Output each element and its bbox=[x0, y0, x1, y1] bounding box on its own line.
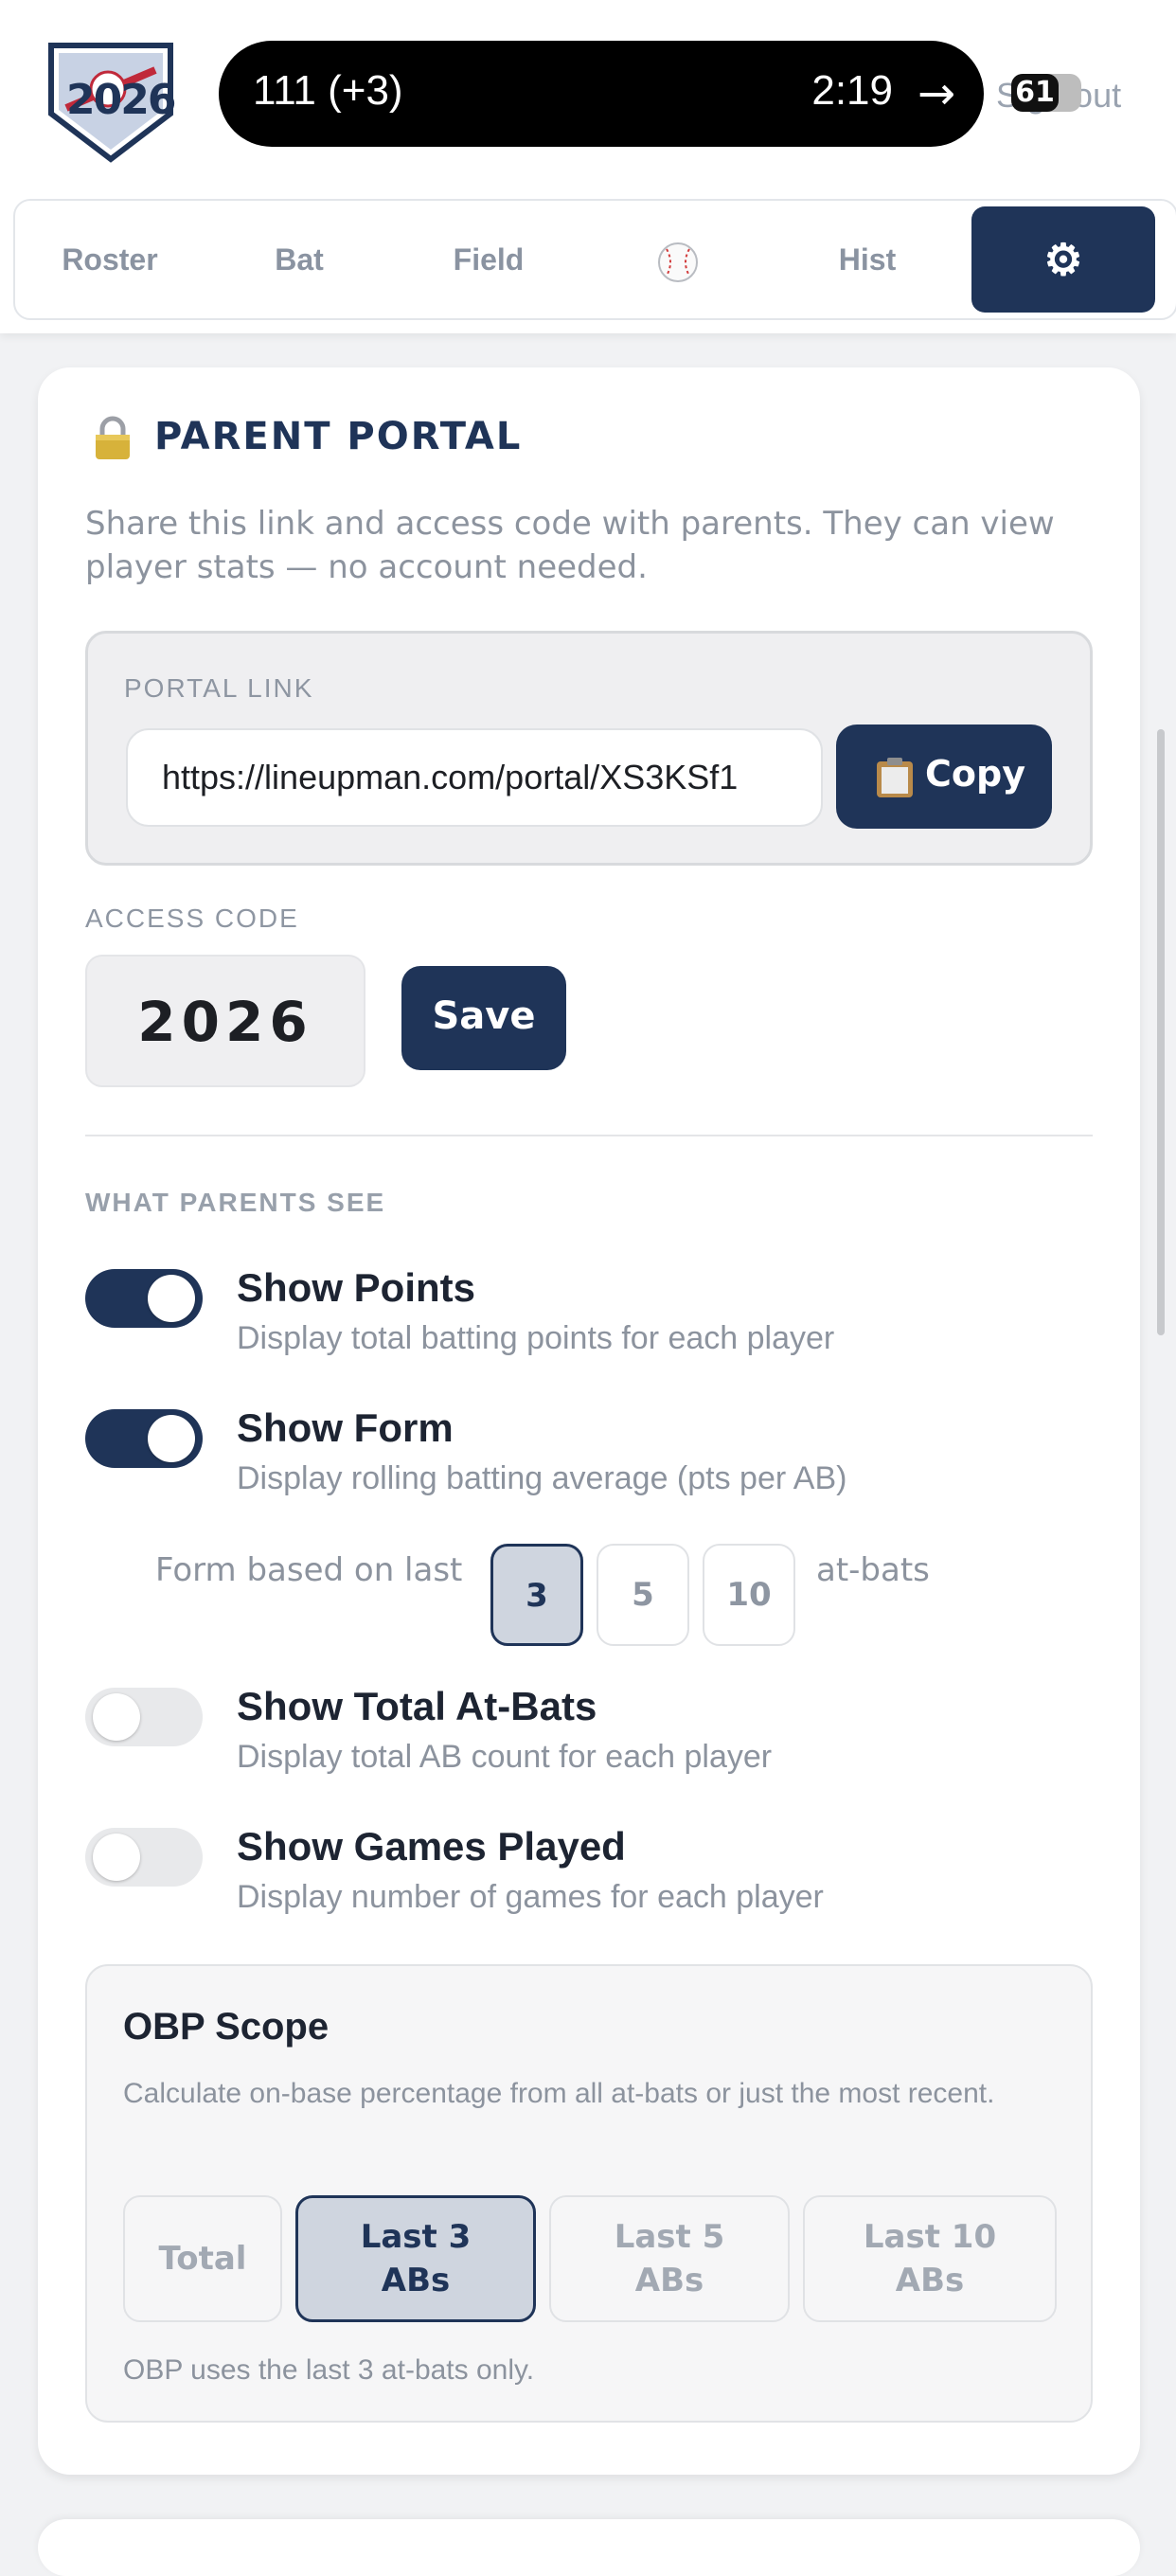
form-choice-10[interactable]: 10 bbox=[703, 1544, 795, 1646]
toggle-knob bbox=[148, 1275, 195, 1322]
portal-link-label: PORTAL LINK bbox=[124, 673, 314, 703]
tab-field[interactable]: Field bbox=[394, 206, 583, 313]
tab-baseball-icon[interactable] bbox=[583, 206, 773, 313]
toggle-show-form[interactable] bbox=[85, 1409, 203, 1468]
toggle-knob bbox=[93, 1834, 140, 1881]
obp-note: OBP uses the last 3 at-bats only. bbox=[123, 2354, 535, 2386]
obp-scope-panel: OBP Scope Calculate on-base percentage f… bbox=[85, 1964, 1093, 2423]
portal-link-box: PORTAL LINK https://lineupman.com/portal… bbox=[85, 631, 1093, 866]
access-code-input[interactable]: 2026 bbox=[85, 955, 365, 1087]
island-score: 111 (+3) bbox=[253, 67, 403, 114]
divider bbox=[85, 1135, 1093, 1136]
obp-choice-last-5[interactable]: Last 5 ABs bbox=[549, 2195, 790, 2322]
obp-choice-last-3[interactable]: Last 3 ABs bbox=[295, 2195, 536, 2322]
copy-label: Copy bbox=[925, 753, 1025, 795]
top-bar: 2026 111 (+3) 2:19 → Sign out 61 Roster … bbox=[0, 0, 1176, 333]
toggle-knob bbox=[93, 1693, 140, 1741]
option-title: Show Total At-Bats bbox=[237, 1684, 597, 1728]
form-choice-5[interactable]: 5 bbox=[597, 1544, 689, 1646]
island-timer: 2:19 bbox=[811, 67, 893, 114]
what-parents-see-label: WHAT PARENTS SEE bbox=[85, 1188, 386, 1217]
logo-year: 2026 bbox=[66, 76, 176, 124]
form-suffix: at-bats bbox=[816, 1551, 930, 1589]
form-prefix: Form based on last bbox=[155, 1551, 463, 1589]
clipboard-icon bbox=[877, 758, 913, 797]
obp-choice-total[interactable]: Total bbox=[123, 2195, 282, 2322]
tab-hist[interactable]: Hist bbox=[773, 206, 962, 313]
baseball-icon bbox=[658, 242, 698, 282]
parent-portal-card: PARENT PORTAL Share this link and access… bbox=[38, 367, 1140, 2475]
option-title: Show Games Played bbox=[237, 1824, 626, 1869]
toggle-knob bbox=[148, 1415, 195, 1462]
access-code-label: ACCESS CODE bbox=[85, 903, 299, 933]
section-title: PARENT PORTAL bbox=[154, 415, 523, 458]
arrow-right-icon[interactable]: → bbox=[906, 56, 967, 132]
tab-bat[interactable]: Bat bbox=[205, 206, 394, 313]
obp-title: OBP Scope bbox=[123, 2006, 330, 2048]
portal-link-field[interactable]: https://lineupman.com/portal/XS3KSf1 bbox=[126, 728, 823, 827]
obp-description: Calculate on-base percentage from all at… bbox=[123, 2078, 995, 2109]
option-title: Show Form bbox=[237, 1405, 454, 1450]
next-card bbox=[38, 2519, 1140, 2576]
tab-settings[interactable]: ⚙ bbox=[971, 206, 1155, 313]
scrollbar[interactable] bbox=[1157, 729, 1165, 1335]
tab-roster[interactable]: Roster bbox=[15, 206, 205, 313]
live-activity-island[interactable]: 111 (+3) 2:19 → bbox=[219, 41, 984, 147]
gear-icon: ⚙ bbox=[1043, 235, 1083, 284]
option-description: Display total batting points for each pl… bbox=[237, 1320, 835, 1356]
toggle-show-total-at-bats[interactable] bbox=[85, 1688, 203, 1746]
tab-bar: Roster Bat Field Hist ⚙ bbox=[13, 199, 1176, 320]
badge-count: 61 bbox=[1011, 74, 1059, 112]
option-description: Display rolling batting average (pts per… bbox=[237, 1460, 847, 1496]
section-description: Share this link and access code with par… bbox=[85, 505, 1055, 586]
lock-icon bbox=[96, 416, 130, 459]
option-title: Show Points bbox=[237, 1265, 475, 1310]
copy-button[interactable]: Copy bbox=[836, 724, 1052, 829]
option-description: Display number of games for each player bbox=[237, 1879, 824, 1915]
toggle-show-games-played[interactable] bbox=[85, 1828, 203, 1887]
count-badge: 61 bbox=[1011, 74, 1081, 112]
save-button[interactable]: Save bbox=[401, 966, 566, 1070]
obp-choice-last-10[interactable]: Last 10 ABs bbox=[803, 2195, 1057, 2322]
toggle-show-points[interactable] bbox=[85, 1269, 203, 1328]
form-choice-3[interactable]: 3 bbox=[490, 1544, 583, 1646]
option-description: Display total AB count for each player bbox=[237, 1739, 773, 1775]
